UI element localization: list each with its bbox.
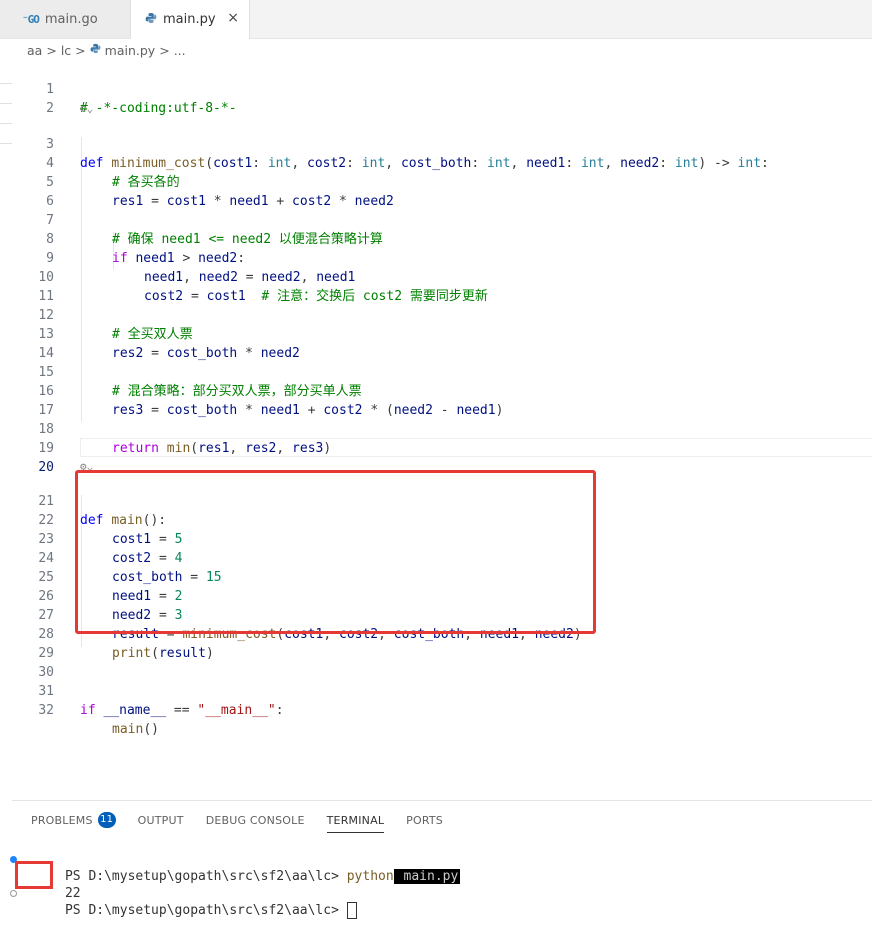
tab-ports[interactable]: PORTS xyxy=(406,811,443,829)
code-line: 19 xyxy=(0,420,872,456)
breadcrumb-separator: > xyxy=(75,42,86,58)
code-line: 9 need1, need2 = need2, need1 xyxy=(0,230,872,285)
code-line: 18 return min(res1, res2, res3) xyxy=(0,401,872,456)
tab-problems[interactable]: PROBLEMS 11 xyxy=(31,811,116,829)
code-line: 30 xyxy=(0,644,872,680)
tab-main-go[interactable]: ⁻GO main.go xyxy=(0,0,131,38)
tab-output[interactable]: OUTPUT xyxy=(138,811,184,829)
breadcrumb-item[interactable]: lc xyxy=(61,43,71,58)
problems-count-badge: 11 xyxy=(97,812,116,828)
code-line: 5 res1 = cost1 * need1 + cost2 * need2 xyxy=(0,154,872,209)
tab-label: DEBUG CONSOLE xyxy=(205,813,305,827)
code-line: 4 # 各买各的 xyxy=(0,135,872,190)
tab-label: PORTS xyxy=(406,813,443,827)
code-text: main() xyxy=(112,722,159,737)
code-line: 16 res3 = cost_both * need1 + cost2 * (n… xyxy=(0,363,872,418)
tab-debug-console[interactable]: DEBUG CONSOLE xyxy=(206,811,305,829)
annotation-output-box xyxy=(15,861,53,889)
terminal-prompt: PS D:\mysetup\gopath\src\sf2\aa\lc> xyxy=(64,869,347,884)
code-line: 10 cost2 = cost1 # 注意：交换后 cost2 需要同步更新 xyxy=(0,249,872,304)
tab-label: main.go xyxy=(44,11,98,27)
python-file-icon xyxy=(145,12,157,27)
code-line: 11 xyxy=(0,268,872,304)
terminal-line: PS D:\mysetup\gopath\src\sf2\aa\lc> xyxy=(10,885,357,919)
tab-label: PROBLEMS xyxy=(31,813,93,827)
tab-label: TERMINAL xyxy=(326,813,385,827)
terminal-line: PS D:\mysetup\gopath\src\sf2\aa\lc> pyth… xyxy=(10,851,461,884)
code-line: 2 xyxy=(0,80,872,116)
code-line: 17 xyxy=(0,382,872,418)
code-line: 7 # 确保 need1 <= need2 以便混合策略计算 xyxy=(0,192,872,247)
code-line: 20 xyxy=(0,439,872,475)
bottom-panel: PROBLEMS 11 OUTPUT DEBUG CONSOLE TERMINA… xyxy=(10,800,872,919)
code-line: 32 main() xyxy=(0,682,872,737)
breadcrumb-item[interactable]: ... xyxy=(174,43,186,58)
code-line: 31 if __name__ == "__main__": xyxy=(0,663,872,718)
terminal-command: python xyxy=(346,869,394,884)
python-file-icon xyxy=(90,43,101,57)
line-number: 32 xyxy=(38,703,54,718)
code-line: 12 # 全买双人票 xyxy=(0,287,872,342)
code-line: 8 if need1 > need2: xyxy=(0,211,872,266)
tab-main-py[interactable]: main.py × xyxy=(131,0,250,39)
command-status-icon xyxy=(10,890,17,897)
breadcrumb-separator: > xyxy=(46,42,57,58)
tab-label: main.py xyxy=(163,12,216,27)
tab-bar: ⁻GO main.go main.py × xyxy=(0,0,872,39)
breadcrumb-item[interactable]: aa xyxy=(27,43,42,58)
code-editor[interactable]: 1 # -*-coding:utf-8-*- 2 ⚙⌄ 3 def minimu… xyxy=(0,61,872,799)
breadcrumb-item[interactable]: main.py xyxy=(105,43,156,58)
annotation-highlight-box xyxy=(75,470,596,634)
tab-terminal[interactable]: TERMINAL xyxy=(326,811,385,833)
code-line: 14 xyxy=(0,325,872,361)
terminal-command-arg: main.py xyxy=(393,869,461,884)
code-line: 13 res2 = cost_both * need2 xyxy=(0,306,872,361)
close-icon[interactable]: × xyxy=(227,10,239,26)
panel-tabs: PROBLEMS 11 OUTPUT DEBUG CONSOLE TERMINA… xyxy=(31,811,465,833)
code-line: 1 # -*-coding:utf-8-*- xyxy=(0,61,872,116)
tab-label: OUTPUT xyxy=(137,813,184,827)
code-line: 15 # 混合策略：部分买双人票，部分买单人票 xyxy=(0,344,872,399)
code-line: 3 def minimum_cost(cost1: int, cost2: in… xyxy=(0,116,872,171)
code-text: if __name__ == "__main__": xyxy=(80,703,284,718)
go-file-icon: ⁻GO xyxy=(22,12,40,26)
breadcrumb: aa > lc > main.py > ... xyxy=(0,39,872,61)
breadcrumb-separator: > xyxy=(159,42,170,58)
code-line: 6 xyxy=(0,173,872,209)
